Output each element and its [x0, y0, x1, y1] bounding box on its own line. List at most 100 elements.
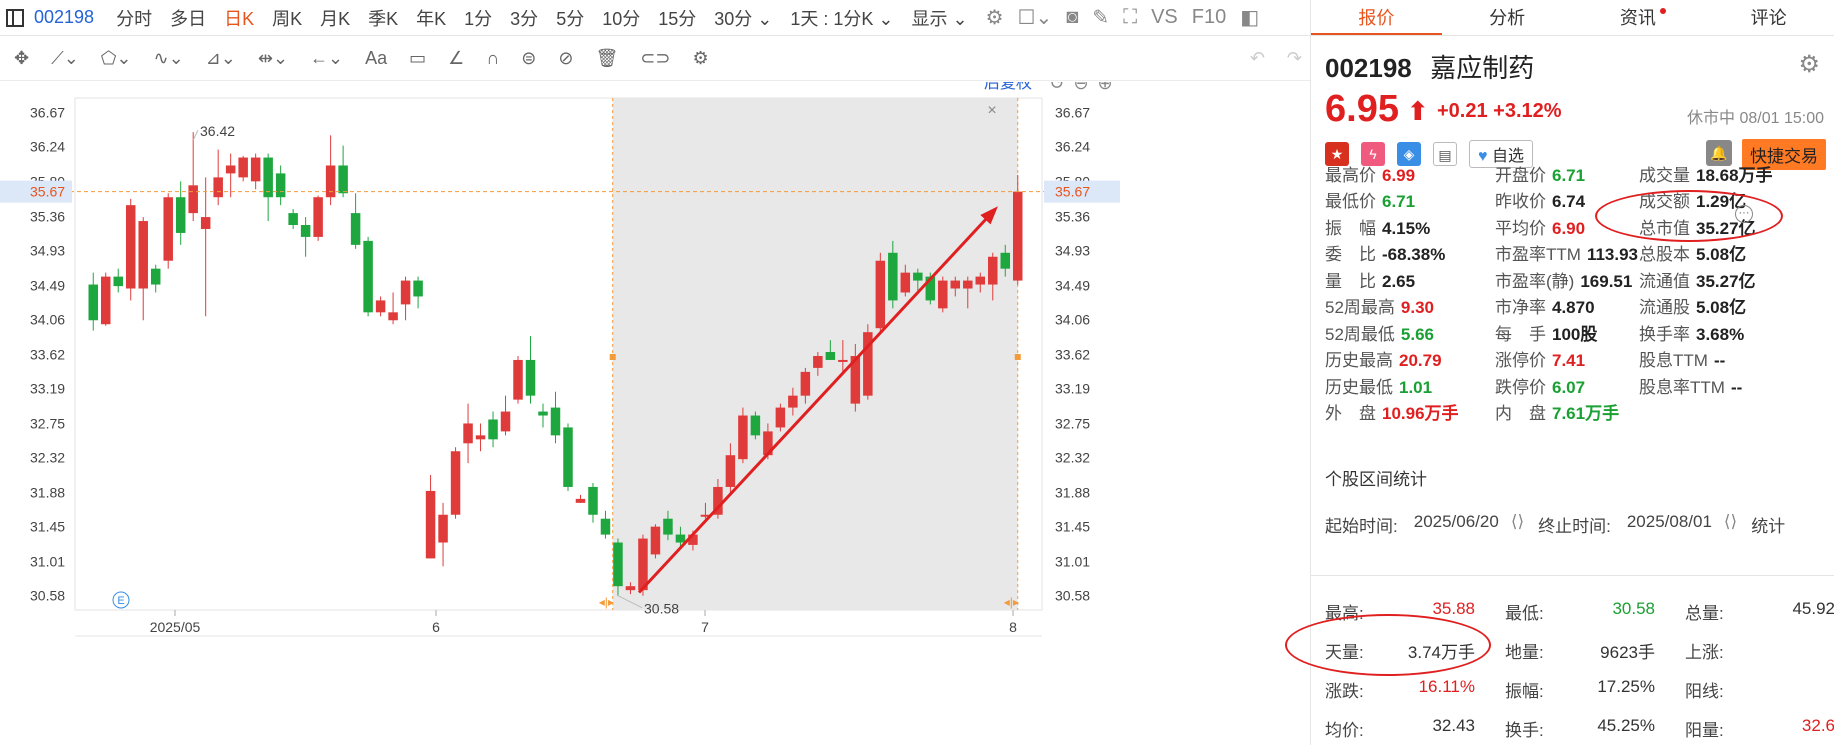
layout-icon[interactable] [6, 8, 24, 27]
checkbox-icon[interactable]: ☐⌄ [1018, 5, 1053, 30]
kline-chart[interactable]: ×36.6736.6736.2436.2435.8035.8035.3635.3… [0, 73, 1310, 745]
timeframe-tab[interactable]: 周K [272, 5, 302, 31]
delete-icon[interactable]: 🗑 [595, 48, 618, 69]
candle-body [238, 157, 248, 178]
stat-value: 5.08亿 [1696, 298, 1747, 318]
line-icon[interactable]: ⟋⌄ [51, 48, 79, 69]
candle-body [675, 534, 686, 543]
candle-body [475, 435, 486, 440]
interval-row: 均价: 32.43 换手: 45.25% 阳量: 32.6 [1311, 709, 1834, 748]
timeframe-tab[interactable]: 30分 ⌄ [714, 5, 772, 31]
range-icon[interactable]: ⇹⌄ [258, 48, 288, 69]
stat-value: 100股 [1552, 324, 1598, 344]
timeframe-tab[interactable]: 显示 ⌄ [912, 5, 968, 31]
stat-label: 52周最高 [1325, 298, 1395, 318]
eraser-icon[interactable]: ∠ [448, 48, 464, 69]
stock-code[interactable]: 002198 [34, 7, 94, 28]
settings-icon[interactable]: ⚙ [986, 5, 1004, 30]
text-icon[interactable]: Aa [365, 48, 387, 69]
y-tick-right: 32.32 [1055, 450, 1090, 466]
start-stepper-icon[interactable]: ⟨⟩ [1511, 512, 1524, 537]
f10-button[interactable]: F10 [1192, 6, 1226, 29]
vs-button[interactable]: VS [1151, 6, 1178, 29]
end-date[interactable]: 2025/08/01 [1627, 512, 1712, 537]
stat-cell: 跌停价 6.07 [1495, 373, 1639, 398]
timeframe-tab[interactable]: 1分 [464, 5, 492, 31]
undo-icon[interactable]: ↶ [1250, 48, 1265, 69]
timeframe-tab[interactable]: 年K [416, 5, 446, 31]
tab-0[interactable]: 报价 [1311, 0, 1442, 35]
tool-settings-icon[interactable]: ⚙ [692, 48, 708, 69]
stats-link[interactable]: 统计 [1751, 512, 1785, 537]
sidebar-toggle-icon[interactable]: ◧ [1240, 5, 1259, 30]
candle-body [725, 455, 736, 487]
pen-icon[interactable]: ✎ [1092, 5, 1109, 30]
candle-body [1013, 191, 1023, 281]
stats-row: 52周最高 9.30 市净率 4.870 流通股 5.08亿 [1325, 293, 1834, 320]
tab-3[interactable]: 评论 [1703, 0, 1834, 35]
change-value: +0.21 [1437, 100, 1488, 122]
timeframe-tab[interactable]: 5分 [556, 5, 584, 31]
interval-label: 阳量: [1685, 721, 1724, 740]
stat-cell: 52周最低 5.66 [1325, 320, 1495, 345]
stats-row: 52周最低 5.66 每 手 100股 换手率 3.68% [1325, 319, 1834, 346]
candle-body [363, 240, 373, 313]
interval-label: 最低: [1505, 604, 1544, 623]
interval-stats: 个股区间统计 起始时间: 2025/06/20 ⟨⟩ 终止时间: 2025/08… [1311, 465, 1834, 740]
timeframe-tab[interactable]: 10分 [602, 5, 640, 31]
quote-name: 嘉应制药 [1430, 53, 1535, 83]
candle-body [663, 518, 673, 535]
timeframe-tab[interactable]: 多日 [170, 5, 206, 31]
candle-body [138, 221, 148, 289]
stat-value: 6.74 [1552, 192, 1586, 212]
tab-2[interactable]: 资讯 [1573, 0, 1704, 35]
measure-icon[interactable]: ⊿⌄ [206, 48, 236, 69]
redo-icon[interactable]: ↷ [1287, 48, 1302, 69]
candle-body [213, 177, 223, 198]
link-icon[interactable]: ⊂⊃ [640, 48, 670, 69]
fullscreen-icon[interactable]: ⛶ [1123, 6, 1137, 29]
timeframe-tab[interactable]: 分时 [116, 5, 152, 31]
more-icon[interactable]: ··· [1735, 205, 1753, 223]
magnet-icon[interactable]: ∩ [486, 48, 499, 69]
reset-icon[interactable]: ↺ [1049, 73, 1064, 93]
zoom-out-icon[interactable]: ⊖ [1073, 73, 1088, 93]
y-tick-right: 36.24 [1055, 138, 1090, 154]
price-tag-right-label: 35.67 [1055, 184, 1090, 200]
stat-value: 1.01 [1399, 377, 1433, 397]
stat-value: 4.870 [1552, 298, 1595, 318]
start-date[interactable]: 2025/06/20 [1414, 512, 1499, 537]
stat-value: -- [1713, 351, 1726, 371]
interval-cell: 最低: 30.58 [1491, 599, 1671, 624]
move-icon[interactable]: ✥ [14, 48, 29, 69]
lock-icon[interactable]: ⊜ [521, 48, 536, 69]
gear-icon[interactable]: ⚙ [1798, 50, 1820, 79]
adjust-toggle[interactable]: 后复权 [984, 74, 1032, 92]
kline-chart-svg[interactable]: ×36.6736.6736.2436.2435.8035.8035.3635.3… [0, 73, 1310, 745]
timeframe-tab[interactable]: 日K [224, 5, 254, 31]
arrow-icon[interactable]: ←⌄ [310, 48, 343, 69]
wave-icon[interactable]: ∿⌄ [154, 48, 184, 69]
end-stepper-icon[interactable]: ⟨⟩ [1724, 512, 1737, 537]
comment-icon[interactable]: ▭ [409, 48, 426, 69]
stat-cell: 股息TTM -- [1639, 346, 1809, 371]
shape-icon[interactable]: ⬠⌄ [101, 48, 132, 69]
timeframe-tab[interactable]: 1天 : 1分K ⌄ [790, 5, 893, 31]
interval-label: 涨跌: [1325, 682, 1364, 701]
hide-icon[interactable]: ⊘ [558, 48, 573, 69]
stat-label: 历史最高 [1325, 351, 1393, 371]
zoom-in-icon[interactable]: ⊕ [1097, 73, 1112, 93]
candle-body [500, 411, 511, 432]
camera-icon[interactable]: ◙ [1066, 6, 1078, 29]
timeframe-tab[interactable]: 3分 [510, 5, 538, 31]
candle-body [200, 217, 211, 229]
timeframe-tab[interactable]: 月K [320, 5, 350, 31]
timeframe-tab[interactable]: 15分 [658, 5, 696, 31]
tab-1[interactable]: 分析 [1442, 0, 1573, 35]
interval-value: 30.58 [1612, 599, 1655, 618]
timeframe-tab[interactable]: 季K [368, 5, 398, 31]
range-marker-end: ◂|▸ [1004, 595, 1019, 609]
candle-body [250, 157, 261, 182]
stat-label: 每 手 [1495, 324, 1546, 344]
candle-body [750, 415, 761, 436]
